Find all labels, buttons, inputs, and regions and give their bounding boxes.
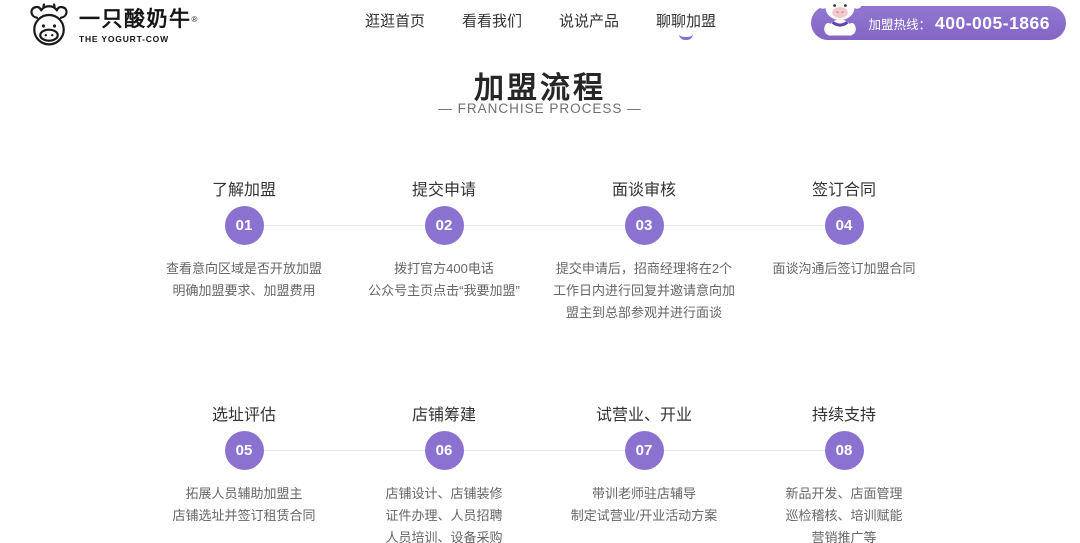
step-title: 试营业、开业 bbox=[595, 407, 692, 424]
step-04: 签订合同 04 面谈沟通后签订加盟合同 bbox=[744, 180, 944, 324]
step-title: 选址评估 bbox=[211, 407, 276, 424]
step-description: 提交申请后，招商经理将在2个 工作日内进行回复并邀请意向加 盟主到总部参观并进行… bbox=[552, 261, 735, 320]
step-description: 店铺设计、店铺装修 证件办理、人员招聘 人员培训、设备采购 bbox=[385, 486, 503, 543]
franchise-steps-row-2: 选址评估 05 拓展人员辅助加盟主 店铺选址并签订租赁合同 店铺筹建 06 店铺… bbox=[144, 405, 944, 543]
logo-name-en: THE YOGURT-COW bbox=[79, 34, 169, 44]
step-number-badge: 05 bbox=[224, 431, 264, 470]
step-description: 拨打官方400电话 公众号主页点击“我要加盟” bbox=[368, 261, 520, 298]
logo[interactable]: 一只酸奶牛® THE YOGURT-COW bbox=[26, 3, 199, 49]
franchise-steps-row-1: 了解加盟 01 查看意向区域是否开放加盟 明确加盟要求、加盟费用 提交申请 02… bbox=[144, 180, 944, 324]
step-06: 店铺筹建 06 店铺设计、店铺装修 证件办理、人员招聘 人员培训、设备采购 bbox=[344, 405, 544, 543]
cow-mascot-icon bbox=[815, 0, 865, 41]
step-title: 签订合同 bbox=[811, 182, 876, 199]
step-number-badge: 01 bbox=[224, 206, 264, 245]
step-number-badge: 06 bbox=[424, 431, 464, 470]
nav-item-franchise-label: 聊聊加盟 bbox=[656, 13, 717, 30]
nav-item-home[interactable]: 逛逛首页 bbox=[365, 12, 425, 40]
nav-item-franchise[interactable]: 聊聊加盟 bbox=[656, 12, 716, 40]
step-title: 店铺筹建 bbox=[411, 407, 476, 424]
step-description: 带训老师驻店辅导 制定试营业/开业活动方案 bbox=[570, 486, 718, 523]
logo-name-zh: 一只酸奶牛® bbox=[79, 8, 199, 31]
cow-logo-icon bbox=[26, 3, 72, 49]
step-08: 持续支持 08 新品开发、店面管理 巡检稽核、培训赋能 营销推广等 bbox=[744, 405, 944, 543]
step-description: 拓展人员辅助加盟主 店铺选址并签订租赁合同 bbox=[172, 486, 316, 523]
step-05: 选址评估 05 拓展人员辅助加盟主 店铺选址并签订租赁合同 bbox=[144, 405, 344, 543]
step-02: 提交申请 02 拨打官方400电话 公众号主页点击“我要加盟” bbox=[344, 180, 544, 324]
step-number-badge: 03 bbox=[624, 206, 664, 245]
step-number-badge: 07 bbox=[624, 431, 664, 470]
step-number-badge: 08 bbox=[824, 431, 864, 470]
step-description: 面谈沟通后签订加盟合同 bbox=[772, 261, 916, 276]
step-title: 了解加盟 bbox=[211, 182, 276, 199]
step-description: 新品开发、店面管理 巡检稽核、培训赋能 营销推广等 bbox=[785, 486, 903, 543]
step-01: 了解加盟 01 查看意向区域是否开放加盟 明确加盟要求、加盟费用 bbox=[144, 180, 344, 324]
logo-text: 一只酸奶牛® THE YOGURT-COW bbox=[79, 8, 199, 44]
hotline-pill[interactable]: 加盟热线： 400-005-1866 bbox=[810, 0, 1066, 40]
trademark-symbol: ® bbox=[191, 15, 199, 24]
step-description: 查看意向区域是否开放加盟 明确加盟要求、加盟费用 bbox=[165, 261, 322, 298]
hotline-number: 400-005-1866 bbox=[935, 12, 1050, 33]
step-title: 提交申请 bbox=[411, 182, 476, 199]
nav-item-products[interactable]: 说说产品 bbox=[559, 12, 619, 40]
step-number-badge: 02 bbox=[424, 206, 464, 245]
step-number-badge: 04 bbox=[824, 206, 864, 245]
step-title: 面谈审核 bbox=[611, 182, 676, 199]
section-subtitle: — FRANCHISE PROCESS — bbox=[438, 101, 642, 116]
main-nav: 逛逛首页 看看我们 说说产品 聊聊加盟 bbox=[365, 12, 716, 40]
active-tab-indicator bbox=[679, 34, 694, 40]
step-07: 试营业、开业 07 带训老师驻店辅导 制定试营业/开业活动方案 bbox=[544, 405, 744, 543]
header: 一只酸奶牛® THE YOGURT-COW 逛逛首页 看看我们 说说产品 聊聊加… bbox=[0, 0, 1080, 56]
hotline-label: 加盟热线： bbox=[868, 17, 932, 32]
franchise-process-page: 一只酸奶牛® THE YOGURT-COW 逛逛首页 看看我们 说说产品 聊聊加… bbox=[0, 0, 1080, 543]
nav-item-about[interactable]: 看看我们 bbox=[462, 12, 522, 40]
step-03: 面谈审核 03 提交申请后，招商经理将在2个 工作日内进行回复并邀请意向加 盟主… bbox=[544, 180, 744, 324]
step-title: 持续支持 bbox=[811, 407, 876, 424]
